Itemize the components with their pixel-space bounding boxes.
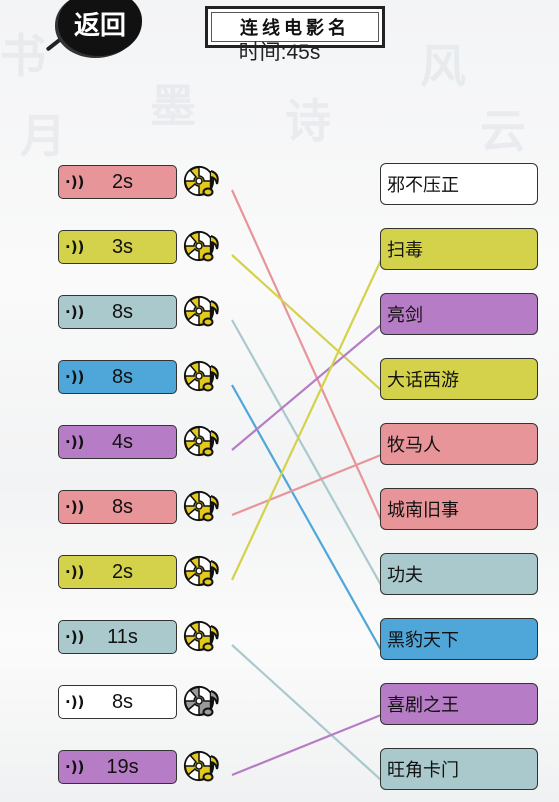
movie-title-option[interactable]: 黑豹天下 <box>380 618 538 660</box>
connection-line <box>231 713 382 777</box>
connection-lines <box>230 189 383 781</box>
movie-title-option[interactable]: 城南旧事 <box>380 488 538 530</box>
clip-duration: 4s <box>111 430 134 453</box>
audio-clip-button[interactable]: ·)) 19s <box>58 750 177 784</box>
music-disc-icon[interactable] <box>183 229 223 265</box>
clip-duration: 8s <box>111 365 134 388</box>
sound-wave-icon: ·)) <box>65 368 85 386</box>
audio-clip-button[interactable]: ·)) 3s <box>58 230 177 264</box>
connection-line <box>231 384 382 651</box>
movie-title-option[interactable]: 旺角卡门 <box>380 748 538 790</box>
audio-clip-button[interactable]: ·)) 8s <box>58 490 177 524</box>
connection-line <box>231 259 382 581</box>
movie-title-option[interactable]: 喜剧之王 <box>380 683 538 725</box>
movie-title-option[interactable]: 牧马人 <box>380 423 538 465</box>
audio-clip-button[interactable]: ·)) 4s <box>58 425 177 459</box>
audio-clip-button[interactable]: ·)) 8s <box>58 685 177 719</box>
sound-wave-icon: ·)) <box>65 498 85 516</box>
audio-clip-button[interactable]: ·)) 8s <box>58 295 177 329</box>
music-disc-icon[interactable] <box>183 164 223 200</box>
clip-duration: 2s <box>111 560 134 583</box>
music-disc-icon[interactable] <box>183 684 223 720</box>
clip-duration: 3s <box>111 235 134 258</box>
music-disc-icon[interactable] <box>183 489 223 525</box>
music-disc-icon[interactable] <box>183 749 223 785</box>
movie-title-option[interactable]: 大话西游 <box>380 358 538 400</box>
audio-clip-button[interactable]: ·)) 2s <box>58 165 177 199</box>
audio-clip-button[interactable]: ·)) 8s <box>58 360 177 394</box>
sound-wave-icon: ·)) <box>65 563 85 581</box>
audio-clip-button[interactable]: ·)) 2s <box>58 555 177 589</box>
sound-wave-icon: ·)) <box>65 693 85 711</box>
clip-duration: 19s <box>106 755 139 778</box>
connection-line <box>231 324 382 451</box>
connection-line <box>231 254 382 391</box>
clip-duration: 8s <box>111 690 134 713</box>
connection-line <box>231 319 382 586</box>
connection-line <box>230 189 383 521</box>
sound-wave-icon: ·)) <box>65 433 85 451</box>
sound-wave-icon: ·)) <box>65 303 85 321</box>
connection-line <box>231 453 382 517</box>
music-disc-icon[interactable] <box>183 554 223 590</box>
clip-duration: 2s <box>111 170 134 193</box>
background-calligraphy: 书 墨 诗 风 云 月 <box>0 29 526 163</box>
timer-text: 时间:45s <box>238 41 321 64</box>
connection-line <box>231 644 382 781</box>
movie-title-option[interactable]: 功夫 <box>380 553 538 595</box>
movie-title-option[interactable]: 亮剑 <box>380 293 538 335</box>
audio-clip-button[interactable]: ·)) 11s <box>58 620 177 654</box>
clip-duration: 11s <box>107 625 138 648</box>
movie-title-option[interactable]: 邪不压正 <box>380 163 538 205</box>
clip-duration: 8s <box>111 495 134 518</box>
movie-title-option[interactable]: 扫毒 <box>380 228 538 270</box>
music-disc-icon[interactable] <box>183 359 223 395</box>
sound-wave-icon: ·)) <box>65 758 85 776</box>
sound-wave-icon: ·)) <box>65 628 85 646</box>
sound-wave-icon: ·)) <box>65 173 85 191</box>
music-disc-icon[interactable] <box>183 424 223 460</box>
music-disc-icon[interactable] <box>183 294 223 330</box>
sound-wave-icon: ·)) <box>65 238 85 256</box>
music-disc-icon[interactable] <box>183 619 223 655</box>
clip-duration: 8s <box>111 300 134 323</box>
